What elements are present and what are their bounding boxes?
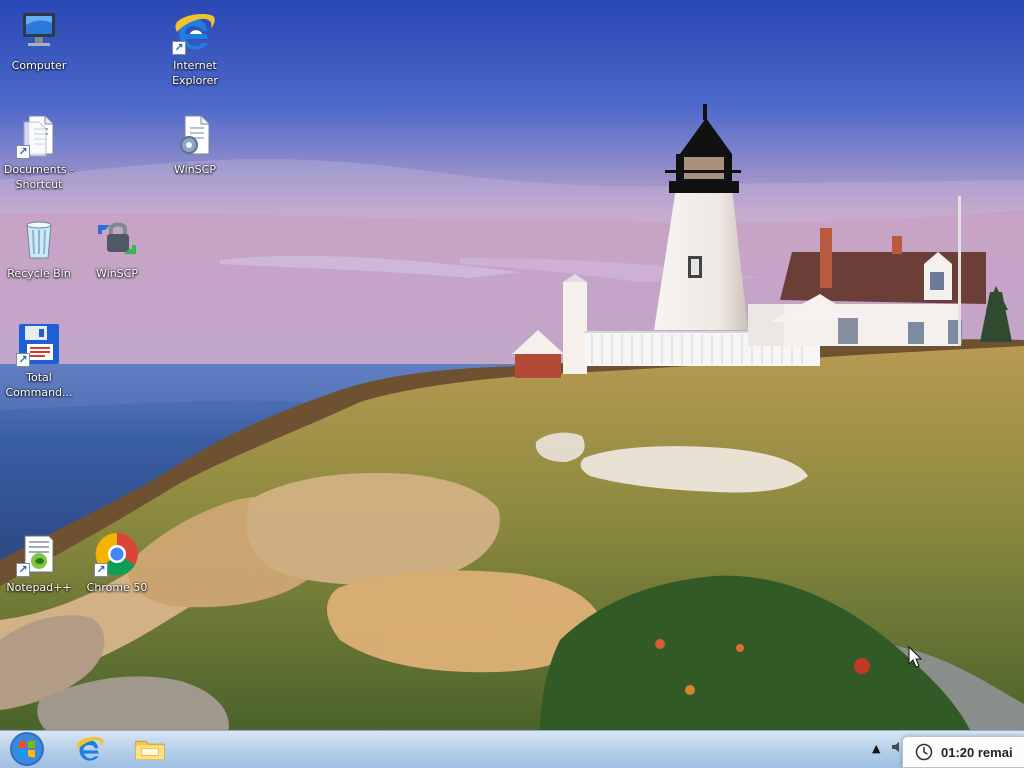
- desktop-icon-notepad-plus-plus[interactable]: ↗ Notepad++: [0, 530, 78, 595]
- shortcut-arrow-icon: ↗: [94, 563, 108, 577]
- taskbar-file-explorer-button[interactable]: [130, 732, 170, 766]
- show-hidden-icons-button[interactable]: ▲: [872, 742, 880, 755]
- clock-icon: [915, 743, 933, 761]
- taskbar-internet-explorer-button[interactable]: [70, 732, 110, 766]
- desktop-icon-label: Internet Explorer: [172, 59, 218, 87]
- desktop-icon-label: Documents - Shortcut: [3, 163, 75, 191]
- notepad-plus-plus-icon: ↗: [15, 530, 63, 578]
- internet-explorer-icon: ↗: [171, 8, 219, 56]
- timer-text: 01:20 remai: [941, 744, 1013, 760]
- desktop-icon-chrome[interactable]: ↗ Chrome 50: [78, 530, 156, 595]
- recycle-bin-icon: [15, 216, 63, 264]
- lighthouse-wallpaper: [0, 0, 1024, 768]
- desktop-icon-recycle-bin[interactable]: Recycle Bin: [0, 216, 78, 281]
- desktop-icon-label: WinSCP: [96, 267, 138, 280]
- taskbar: ▲: [0, 730, 1024, 768]
- file-explorer-icon: [135, 740, 165, 760]
- computer-icon: [15, 8, 63, 56]
- desktop-icon-label: Notepad++: [6, 581, 72, 594]
- up-arrow-icon: ▲: [872, 742, 881, 755]
- winscp-icon: [93, 216, 141, 264]
- start-button[interactable]: [6, 732, 48, 766]
- desktop-icon-label: WinSCP: [174, 163, 216, 176]
- desktop-icon-label: Chrome 50: [86, 581, 148, 594]
- winscp-document-icon: [171, 112, 219, 160]
- desktop-icon-label: Recycle Bin: [7, 267, 71, 280]
- mouse-cursor-icon: [908, 646, 922, 668]
- total-commander-icon: ↗: [15, 320, 63, 368]
- shortcut-arrow-icon: ↗: [16, 353, 30, 367]
- desktop-icon-total-commander[interactable]: ↗ Total Command...: [0, 320, 78, 400]
- desktop-icon-winscp-document[interactable]: WinSCP: [156, 112, 234, 177]
- desktop: Computer ↗ Internet Explorer ↗ Documents…: [0, 0, 1024, 768]
- desktop-icon-documents-shortcut[interactable]: ↗ Documents - Shortcut: [0, 112, 78, 192]
- desktop-icon-internet-explorer[interactable]: ↗ Internet Explorer: [156, 8, 234, 88]
- desktop-icon-label: Computer: [11, 59, 67, 72]
- shortcut-arrow-icon: ↗: [16, 563, 30, 577]
- desktop-icon-label: Total Command...: [5, 371, 73, 399]
- windows-start-icon: [10, 732, 44, 766]
- documents-shortcut-icon: ↗: [15, 112, 63, 160]
- chrome-icon: ↗: [93, 530, 141, 578]
- desktop-icon-computer[interactable]: Computer: [0, 8, 78, 73]
- session-timer: 01:20 remai: [902, 736, 1024, 768]
- internet-explorer-icon: [77, 737, 104, 761]
- shortcut-arrow-icon: ↗: [16, 145, 30, 159]
- shortcut-arrow-icon: ↗: [172, 41, 186, 55]
- desktop-icon-winscp[interactable]: WinSCP: [78, 216, 156, 281]
